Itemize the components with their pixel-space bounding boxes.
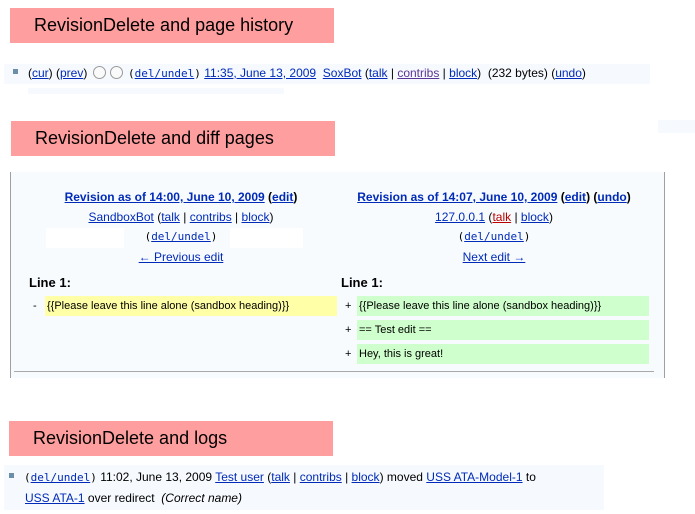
left-contribs-link[interactable]: contribs (190, 210, 232, 224)
section-banner-diff: RevisionDelete and diff pages (11, 121, 335, 156)
plus-sign: + (345, 348, 352, 360)
bullet-icon (9, 473, 14, 479)
log-entry-continuation: USS ATA-1 over redirect (Correct name) (25, 491, 242, 505)
diff-divider (14, 371, 654, 372)
log-block-link[interactable]: block (352, 470, 380, 484)
log-talk-link[interactable]: talk (271, 470, 290, 484)
right-revision-link[interactable]: Revision as of 14:07, June 10, 2009 (357, 190, 557, 204)
history-row-underband (28, 88, 284, 94)
section-title-diff: RevisionDelete and diff pages (35, 128, 274, 148)
added-line-text: Hey, this is great! (357, 344, 649, 364)
log-action: moved (386, 470, 423, 484)
right-line-label: Line 1: (341, 275, 383, 290)
undo-link[interactable]: undo (555, 66, 582, 80)
log-del-undel-link[interactable]: del/undel (31, 471, 91, 484)
right-block-link[interactable]: block (521, 210, 549, 224)
diff-right-header: Revision as of 14:07, June 10, 2009 (edi… (357, 190, 631, 264)
log-comment: (Correct name) (161, 491, 242, 505)
log-timestamp: 11:02, June 13, 2009 (100, 470, 213, 484)
cur-link[interactable]: cur (32, 66, 49, 80)
left-talk-link[interactable]: talk (161, 210, 180, 224)
previous-edit-link[interactable]: ← Previous edit (139, 250, 224, 264)
diff-deleted-line: - {{Please leave this line alone (sandbo… (33, 296, 337, 316)
radio-new-revision[interactable] (109, 66, 123, 80)
section-title-logs: RevisionDelete and logs (33, 428, 228, 448)
section-title-history: RevisionDelete and page history (34, 15, 294, 35)
block-link[interactable]: block (449, 66, 477, 80)
diff-left-header: Revision as of 14:00, June 10, 2009 (edi… (64, 190, 298, 264)
left-user-link[interactable]: SandboxBot (88, 210, 153, 224)
log-to-page-link[interactable]: USS ATA-1 (25, 491, 85, 505)
right-del-undel-link[interactable]: del/undel (464, 230, 524, 243)
section-banner-history: RevisionDelete and page history (10, 8, 334, 43)
left-edit-link[interactable]: edit (272, 190, 293, 204)
revision-size: (232 bytes) (487, 66, 548, 80)
radio-old-revision[interactable] (92, 66, 106, 80)
log-from-page-link[interactable]: USS ATA-Model-1 (426, 470, 522, 484)
log-user-link[interactable]: Test user (215, 470, 264, 484)
plus-sign: + (345, 300, 352, 312)
right-talk-link[interactable]: talk (492, 210, 511, 224)
log-contribs-link[interactable]: contribs (300, 470, 342, 484)
diff-added-line: + == Test edit == (345, 320, 649, 340)
right-user-link[interactable]: 127.0.0.1 (435, 210, 485, 224)
log-suffix: over redirect (87, 491, 155, 505)
diff-added-line: + {{Please leave this line alone (sandbo… (345, 296, 649, 316)
left-revision-link[interactable]: Revision as of 14:00, June 10, 2009 (65, 190, 265, 204)
diff-added-line: + Hey, this is great! (345, 344, 649, 364)
del-undel-link[interactable]: del/undel (135, 67, 195, 80)
prev-link[interactable]: prev (60, 66, 83, 80)
bullet-icon (13, 69, 18, 75)
right-edit-link[interactable]: edit (565, 190, 586, 204)
next-edit-link[interactable]: Next edit → (463, 250, 526, 264)
plus-sign: + (345, 324, 352, 336)
left-block-link[interactable]: block (242, 210, 270, 224)
corner-band (658, 120, 695, 133)
added-line-text: == Test edit == (357, 320, 649, 340)
minus-sign: - (33, 300, 37, 312)
right-undo-link[interactable]: undo (597, 190, 626, 204)
talk-link[interactable]: talk (369, 66, 388, 80)
added-line-text: {{Please leave this line alone (sandbox … (357, 296, 649, 316)
section-banner-logs: RevisionDelete and logs (9, 421, 333, 456)
user-link[interactable]: SoxBot (323, 66, 362, 80)
contribs-link[interactable]: contribs (397, 66, 439, 80)
history-row: (cur) (prev) (del/undel) 11:35, June 13,… (13, 66, 586, 80)
revision-timestamp-link[interactable]: 11:35, June 13, 2009 (204, 66, 316, 80)
log-entry: (del/undel) 11:02, June 13, 2009 Test us… (9, 470, 536, 484)
left-del-undel-link[interactable]: del/undel (151, 230, 211, 243)
deleted-line-text: {{Please leave this line alone (sandbox … (45, 296, 337, 316)
left-line-label: Line 1: (29, 275, 71, 290)
log-to-word: to (525, 470, 536, 484)
